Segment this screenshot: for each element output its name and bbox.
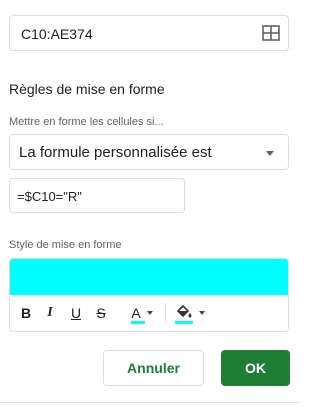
condition-select[interactable]: La formule personnalisée est [9,134,289,170]
fill-color-button[interactable] [170,301,210,325]
strikethrough-button[interactable]: S [93,301,109,325]
condition-selected: La formule personnalisée est [19,144,212,161]
section-title: Règles de mise en forme [9,81,165,97]
text-color-button[interactable]: A [123,301,161,325]
text-color-letter: A [131,305,141,321]
style-label: Style de mise en forme [9,239,122,251]
bold-button[interactable]: B [18,301,34,325]
chevron-down-icon [199,311,205,315]
paint-bucket-icon [175,304,193,324]
chevron-down-icon [146,311,153,315]
formula-input[interactable]: =$C10="R" [9,178,185,213]
fill-color-swatch [175,321,193,324]
cancel-button[interactable]: Annuler [103,350,204,386]
ok-button[interactable]: OK [221,350,290,386]
condition-label: Mettre en forme les cellules si... [9,116,164,128]
range-input[interactable]: C10:AE374 [9,15,289,51]
toolbar-divider [165,303,166,323]
style-preview[interactable] [10,259,288,295]
grid-select-icon[interactable] [262,25,280,41]
range-value[interactable]: C10:AE374 [21,26,93,42]
underline-button[interactable]: U [68,301,84,325]
text-color-swatch [131,321,146,324]
format-style-panel: B I U S A [9,258,289,332]
text-color-icon: A [131,305,146,324]
format-toolbar: B I U S A [10,295,288,331]
bottom-divider [0,402,300,403]
formula-value[interactable]: =$C10="R" [17,189,82,204]
chevron-down-icon [266,151,274,156]
italic-button[interactable]: I [42,301,58,325]
